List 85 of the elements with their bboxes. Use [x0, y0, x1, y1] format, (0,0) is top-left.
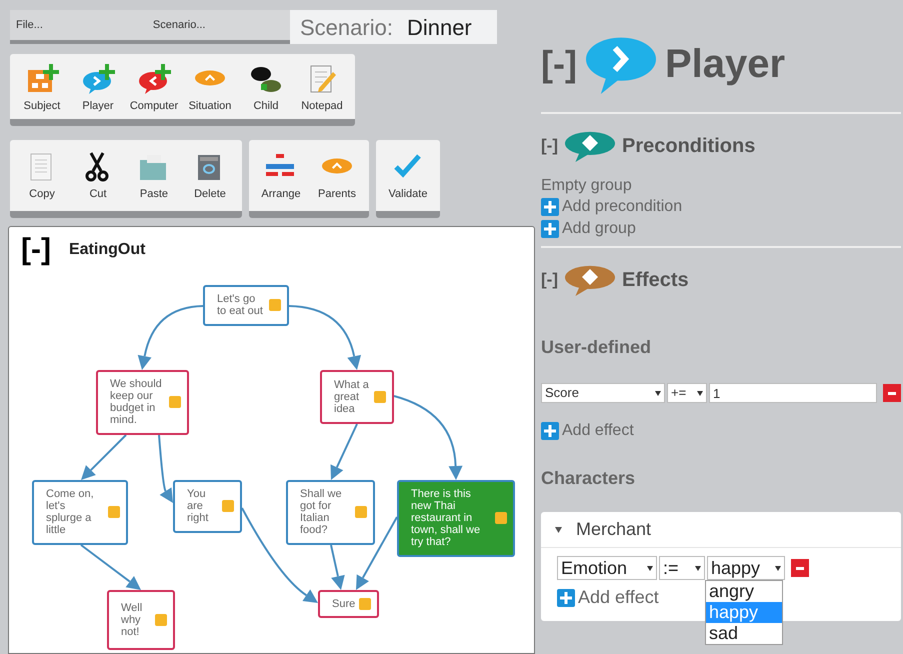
panel-title: Player [664, 41, 786, 88]
delete-button[interactable]: Delete [182, 150, 238, 206]
parameter-dropdown[interactable]: Emotion [557, 556, 657, 580]
subject-button[interactable]: Subject [14, 62, 70, 114]
square-icon [108, 506, 120, 518]
arrange-button[interactable]: Arrange [253, 150, 309, 206]
character-name: Merchant [576, 518, 652, 541]
status-text: Empty group [541, 176, 633, 196]
caret-icon [697, 390, 703, 396]
plus-icon [541, 422, 559, 440]
square-icon [155, 614, 167, 626]
square-icon [169, 396, 181, 408]
menu-item[interactable]: Scenario... [152, 16, 206, 34]
add-link[interactable]: Add effect [541, 419, 634, 443]
dialogue-node[interactable]: Well why not! [107, 590, 175, 650]
square-icon [222, 500, 234, 512]
value-field[interactable]: 1 [709, 383, 877, 403]
caret-icon [655, 390, 661, 396]
square-icon [269, 299, 281, 311]
menu-item[interactable]: File... [16, 16, 43, 34]
dialogue-node[interactable]: Let's go to eat out [203, 284, 289, 326]
connector-arrow [158, 434, 173, 502]
player-button[interactable]: Player [70, 62, 126, 114]
dialogue-node[interactable]: What a great idea [320, 370, 394, 424]
square-icon [374, 390, 386, 402]
plus-icon [541, 198, 559, 216]
connector-arrow [138, 304, 204, 370]
remove-button[interactable] [883, 384, 901, 402]
dropdown-option[interactable]: angry [706, 581, 782, 602]
minus-icon [888, 392, 896, 394]
situation-button[interactable]: Situation [182, 62, 238, 114]
plus-icon [541, 220, 559, 238]
remove-button[interactable] [791, 559, 809, 577]
dialogue-node[interactable]: You are right [173, 480, 242, 532]
org-chart-icon [25, 62, 59, 94]
paste-button[interactable]: Paste [126, 150, 182, 206]
validate-button[interactable]: Validate [380, 150, 436, 206]
plus-icon [557, 588, 575, 606]
connector-arrow [81, 434, 127, 480]
add-link[interactable]: Add effect [557, 584, 659, 611]
operator-dropdown[interactable]: := [659, 556, 705, 580]
diagram-title: EatingOut [68, 240, 146, 260]
collapse-toggle[interactable]: [-] [541, 37, 577, 91]
subsection-heading: Characters [541, 467, 636, 490]
cut-button[interactable]: Cut [70, 150, 126, 206]
copy-button[interactable]: Copy [14, 150, 70, 206]
collapse-toggle[interactable]: [-] [541, 267, 558, 293]
square-icon [359, 598, 372, 610]
connector-arrow [80, 544, 141, 590]
dialogue-node[interactable]: There is this new Thai restaurant in town, shall we try that? [397, 480, 515, 556]
scenario-name: Dinner [406, 14, 472, 42]
collapse-toggle[interactable]: [-] [541, 133, 558, 159]
parents-button[interactable]: Parents [309, 150, 365, 206]
square-icon [355, 506, 367, 518]
add-link[interactable]: Add precondition [541, 196, 682, 218]
subsection-heading: User-defined [541, 336, 652, 359]
dialogue-node[interactable]: Come on, let's splurge a little [32, 480, 128, 544]
bubble-icon [322, 158, 352, 174]
collapse-toggle[interactable]: [-] [21, 234, 51, 264]
operator-dropdown[interactable]: += [667, 383, 707, 403]
child-button[interactable]: Child [238, 62, 294, 114]
connector-arrow [330, 423, 358, 480]
dropdown-option[interactable]: sad [706, 623, 782, 644]
minus-icon [796, 566, 804, 570]
value-dropdown[interactable]: happy [707, 556, 785, 580]
square-icon [495, 512, 507, 524]
section-title: Preconditions [622, 134, 756, 159]
connector-arrow [330, 544, 345, 590]
section-title: Effects [622, 268, 689, 293]
computer-button[interactable]: Computer [126, 62, 182, 114]
dialogue-node[interactable]: Shall we got for Italian food? [286, 480, 375, 544]
parameter-dropdown[interactable]: Score [541, 383, 665, 403]
speech-bubble-icon [564, 264, 616, 296]
bubble-icon [195, 70, 225, 86]
add-link[interactable]: Add group [541, 218, 636, 240]
speech-bubble-icon [81, 62, 115, 94]
dialogue-node[interactable]: We should keep our budget in mind. [96, 370, 189, 434]
notepad-button[interactable]: Notepad [294, 62, 350, 114]
scenario-label: Scenario: [300, 14, 393, 42]
dialogue-node[interactable]: Sure [318, 590, 379, 618]
speech-bubble-icon [564, 130, 616, 162]
caret-icon [647, 566, 653, 570]
caret-icon [695, 566, 701, 570]
speech-bubble-icon [137, 62, 171, 94]
caret-icon [775, 566, 781, 570]
